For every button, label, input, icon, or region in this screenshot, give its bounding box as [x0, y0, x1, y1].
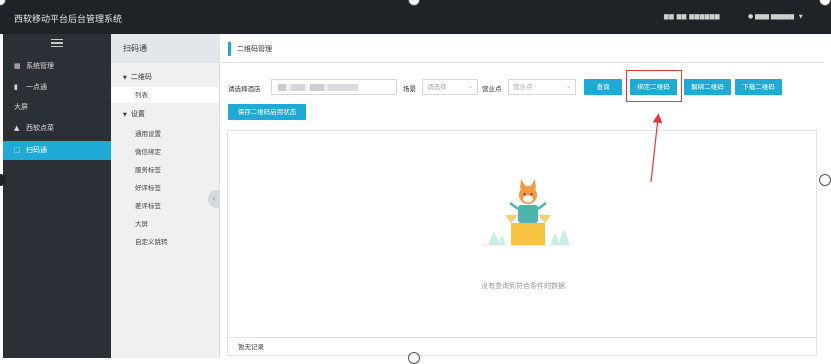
submenu-item-bad-tags[interactable]: 差评标签 — [135, 200, 161, 210]
bar-chart-icon: ▮ — [14, 83, 18, 91]
user-icon: ● — [748, 13, 754, 20]
submenu-group-label: 设置 — [130, 110, 145, 118]
caret-down-icon: ▼ — [123, 112, 127, 118]
menu-toggle-icon[interactable] — [51, 39, 63, 49]
submenu-item-wechat-bind[interactable]: 微信绑定 — [135, 146, 161, 156]
sidebar-item-ordering[interactable]: ▲ 西软点菜 — [3, 119, 111, 138]
scan-icon: □ — [14, 146, 21, 154]
cloud-icon: ▲ — [14, 124, 20, 132]
grid-icon: ▦ — [14, 62, 21, 70]
sidebar-item-label: 系统管理 — [26, 62, 54, 70]
crop-handle — [408, 352, 420, 364]
sidebar-item-scan[interactable]: □ 扫码通 — [3, 141, 111, 160]
sidebar-item-label: 一点通 — [26, 83, 47, 91]
app-title: 西软移动平台后台管理系统 — [14, 15, 123, 25]
caret-down-icon: ▼ — [123, 75, 127, 81]
sidebar-item-label: 大屏 — [14, 103, 28, 111]
submenu-item-list[interactable]: 列表 — [111, 87, 219, 103]
submenu-item-custom-jump[interactable]: 自定义跳转 — [135, 236, 168, 246]
sub-menu: 扫码通 ▼ 二维码 列表 ▼ 设置 通用设置 微信绑定 服务标签 好评标签 差评标签… — [111, 34, 220, 358]
sidebar-item-label: 扫码通 — [26, 146, 47, 154]
user-name: ▆▆▆ ▆▆▆▆▆ — [755, 13, 794, 20]
chevron-down-icon: ▼ — [798, 14, 803, 20]
submenu-item-good-tags[interactable]: 好评标签 — [135, 182, 161, 192]
sidebar-item-label: 西软点菜 — [26, 124, 54, 132]
submenu-item-general[interactable]: 通用设置 — [135, 128, 161, 138]
sidebar-item-yidiantong[interactable]: ▮ 一点通 — [3, 78, 111, 97]
main-content: 二维码管理 请选择酒店 场景 请选择 ⌄ 营业点 营业点 ⌄ 查询 绑定二维码 … — [220, 34, 824, 358]
collapse-sidebar-handle[interactable]: ‹ — [208, 190, 220, 208]
annotation-arrow — [650, 113, 663, 183]
submenu-group-label: 二维码 — [130, 73, 152, 81]
submenu-title: 扫码通 — [111, 34, 220, 63]
crop-handle — [819, 174, 831, 186]
header-tools[interactable]: ▆▆ ▆▆ ▆▆▆▆▆▆ — [664, 13, 720, 20]
main-sidebar: ▦ 系统管理 ▮ 一点通 大屏 ▲ 西软点菜 □ 扫码通 — [3, 34, 111, 358]
sidebar-item-system[interactable]: ▦ 系统管理 — [3, 57, 111, 76]
submenu-item-bigscreen[interactable]: 大屏 — [135, 218, 148, 228]
submenu-item-service-tags[interactable]: 服务标签 — [135, 164, 161, 174]
submenu-group-settings[interactable]: ▼ 设置 — [123, 109, 145, 119]
submenu-group-qrcode[interactable]: ▼ 二维码 — [123, 72, 152, 82]
user-menu[interactable]: ● ▆▆▆ ▆▆▆▆▆ ▼ — [748, 13, 803, 20]
sidebar-item-bigscreen[interactable]: 大屏 — [3, 98, 111, 117]
